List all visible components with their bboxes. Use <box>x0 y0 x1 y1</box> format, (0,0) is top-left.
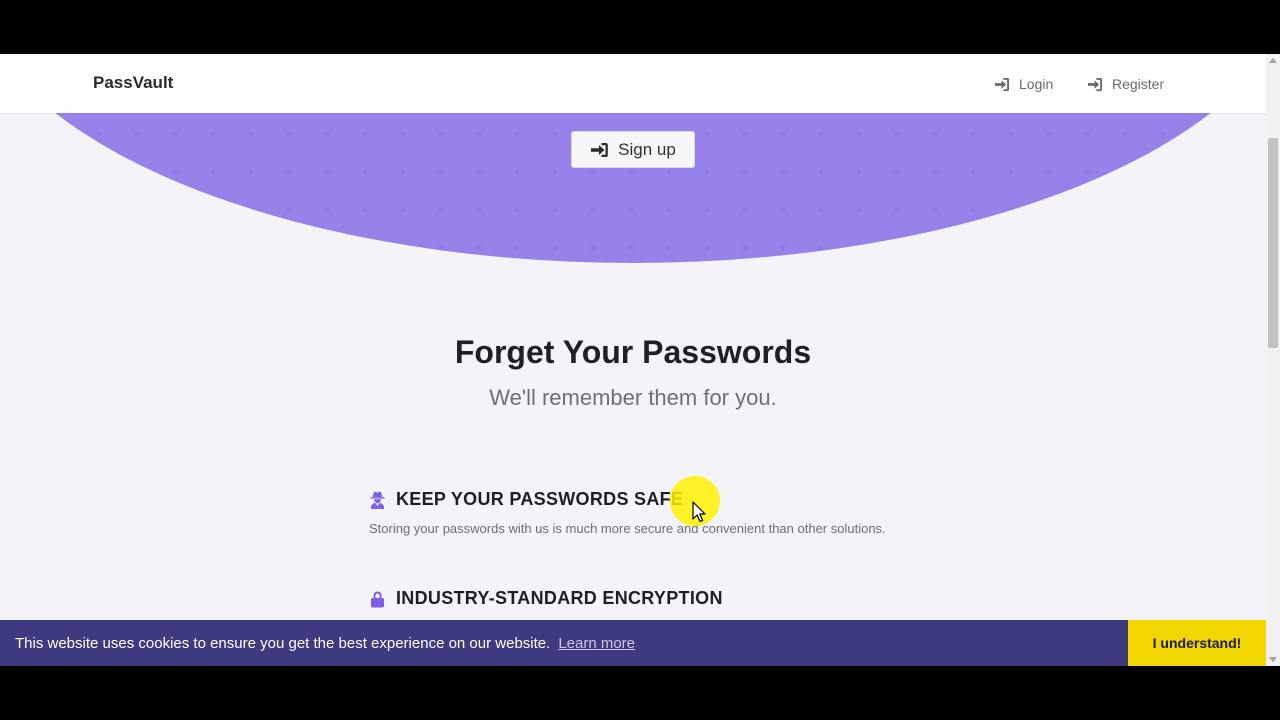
sign-in-icon <box>994 77 1009 91</box>
register-label: Register <box>1112 76 1165 92</box>
hero-banner: Sign up <box>0 113 1266 263</box>
scroll-up-icon[interactable] <box>1269 58 1277 63</box>
feature-description: Storing your passwords with us is much m… <box>369 521 886 536</box>
feature-title-text: INDUSTRY-STANDARD ENCRYPTION <box>396 588 723 608</box>
navbar: PassVault Login Register <box>0 54 1266 113</box>
learn-more-link[interactable]: Learn more <box>558 635 635 652</box>
login-link[interactable]: Login <box>994 74 1053 94</box>
sign-in-icon <box>1087 77 1102 91</box>
feature-item: INDUSTRY-STANDARD ENCRYPTION <box>369 588 723 609</box>
feature-title-text: KEEP YOUR PASSWORDS SAFE <box>396 489 684 509</box>
register-link[interactable]: Register <box>1087 74 1164 94</box>
login-label: Login <box>1019 76 1054 92</box>
vertical-scrollbar[interactable] <box>1266 54 1280 666</box>
sign-in-icon <box>591 142 608 157</box>
feature-title: KEEP YOUR PASSWORDS SAFE <box>369 489 886 510</box>
signup-button[interactable]: Sign up <box>571 131 695 168</box>
page-headline: Forget Your Passwords <box>454 334 812 370</box>
mouse-cursor-icon <box>692 501 706 523</box>
lock-icon <box>371 591 384 607</box>
page-subheadline: We'll remember them for you. <box>489 385 777 410</box>
scroll-down-icon[interactable] <box>1269 657 1277 662</box>
cookie-message: This website uses cookies to ensure you … <box>15 634 551 652</box>
signup-label: Sign up <box>618 139 676 159</box>
scrollbar-thumb[interactable] <box>1268 138 1278 348</box>
feature-title: INDUSTRY-STANDARD ENCRYPTION <box>369 588 723 609</box>
browser-viewport: PassVault Login Register Sign up Forget … <box>0 54 1280 666</box>
feature-item: KEEP YOUR PASSWORDS SAFE Storing your pa… <box>369 489 886 536</box>
cookie-banner: This website uses cookies to ensure you … <box>0 620 1266 666</box>
user-secret-icon <box>370 491 385 509</box>
cookie-accept-button[interactable]: I understand! <box>1128 620 1266 666</box>
brand-logo[interactable]: PassVault <box>93 73 173 93</box>
